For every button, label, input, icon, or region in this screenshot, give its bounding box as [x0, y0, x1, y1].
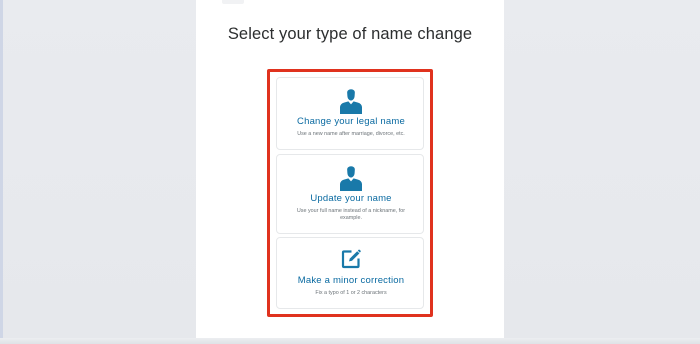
option-description: Use your full name instead of a nickname… [296, 208, 406, 221]
option-title: Update your name [310, 193, 392, 204]
page-bottom-edge [0, 338, 700, 344]
person-icon [277, 165, 425, 191]
option-change-legal-name[interactable]: Change your legal name Use a new name af… [276, 77, 424, 150]
cropped-element [222, 0, 244, 4]
person-icon [277, 88, 425, 114]
edit-icon [277, 249, 425, 269]
window-edge [0, 0, 3, 344]
option-minor-correction[interactable]: Make a minor correction Fix a typo of 1 … [276, 237, 424, 309]
page-title: Select your type of name change [227, 25, 473, 43]
option-description: Use a new name after marriage, divorce, … [297, 131, 405, 137]
option-title: Make a minor correction [297, 275, 405, 286]
option-update-name[interactable]: Update your name Use your full name inst… [276, 154, 424, 234]
option-title: Change your legal name [297, 116, 405, 127]
option-description: Fix a typo of 1 or 2 characters [315, 290, 387, 296]
